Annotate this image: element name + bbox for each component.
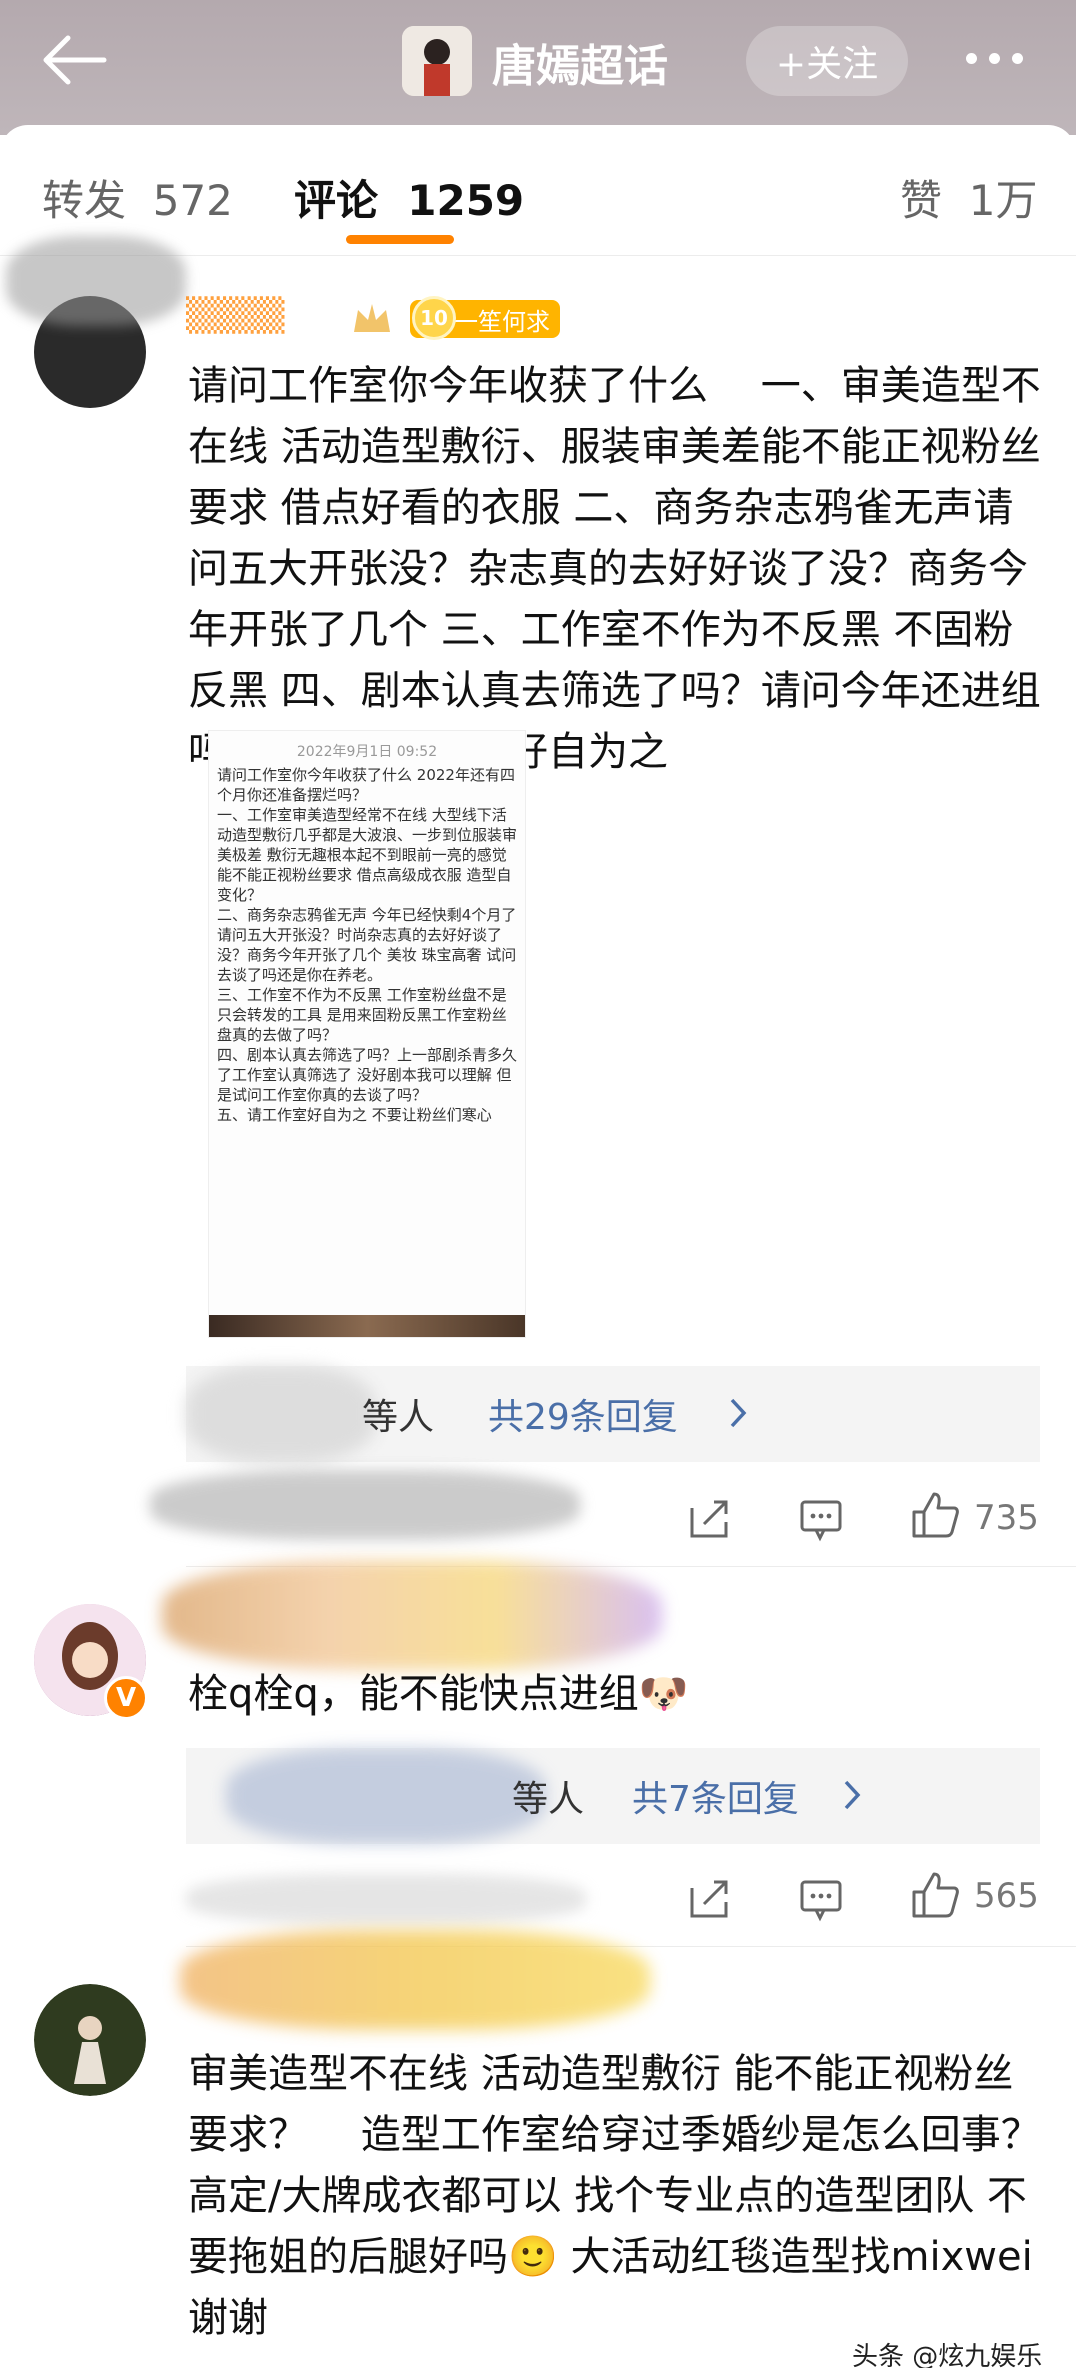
- verified-v-icon: V: [104, 1676, 148, 1720]
- active-tab-indicator: [346, 235, 454, 244]
- level-number: 10: [412, 296, 456, 340]
- reply-count-link[interactable]: 共29条回复: [488, 1388, 678, 1440]
- chevron-right-icon: [844, 1780, 861, 1810]
- tab-likes[interactable]: 赞 1万: [900, 167, 1037, 228]
- redaction-scribble: [162, 1560, 662, 1670]
- image-date: 2022年9月1日 09:52: [296, 744, 438, 760]
- fan-level-badge[interactable]: 10 一笙何求: [410, 296, 560, 340]
- redaction-scribble: [6, 236, 186, 326]
- tab-repost[interactable]: 转发 572: [42, 167, 233, 228]
- avatar[interactable]: [34, 1984, 146, 2096]
- top-bar: 唐嫣超话 +关注: [0, 0, 1076, 135]
- crown-icon: [350, 298, 394, 338]
- topic-avatar[interactable]: [402, 26, 472, 96]
- like-icon[interactable]: [910, 1490, 960, 1540]
- username-redacted[interactable]: ▒▒▒▒: [186, 296, 284, 334]
- source-watermark: 头条 @炫九娱乐: [852, 2342, 1043, 2368]
- share-icon[interactable]: [686, 1876, 732, 1922]
- like-icon[interactable]: [910, 1870, 960, 1920]
- like-count: 565: [974, 1876, 1039, 1916]
- comment-text: 审美造型不在线 活动造型敷衍 能不能正视粉丝要求？ 造型工作室给穿过季婚纱是怎么…: [188, 2051, 1041, 2341]
- redaction-scribble: [226, 1748, 546, 1844]
- redaction-scribble: [150, 1470, 580, 1540]
- badge-label: 一笙何求: [454, 307, 550, 336]
- tab-bar: 转发 572 评论 1259 赞 1万: [0, 125, 1076, 255]
- comment-text: 栓q栓q，能不能快点进组🐶: [188, 1671, 689, 1717]
- comment-icon[interactable]: [798, 1876, 844, 1922]
- like-count: 735: [974, 1498, 1039, 1538]
- back-arrow-icon[interactable]: [38, 30, 108, 90]
- comment-text: 请问工作室你今年收获了什么 一、审美造型不在线 活动造型敷衍、服装审美差能不能正…: [188, 363, 1041, 775]
- chevron-right-icon: [730, 1398, 747, 1428]
- more-icon[interactable]: [966, 38, 1046, 78]
- reply-count-link[interactable]: 共7条回复: [632, 1770, 799, 1822]
- redaction-scribble: [180, 1930, 650, 2030]
- page-title: 唐嫣超话: [492, 41, 668, 92]
- image-text: 请问工作室你今年收获了什么 2022年还有四个月你还准备摆烂吗？ 一、工作室审美…: [217, 766, 518, 1124]
- follow-button[interactable]: +关注: [746, 26, 908, 96]
- tab-comments[interactable]: 评论 1259: [294, 167, 524, 228]
- share-icon[interactable]: [686, 1496, 732, 1542]
- attached-image[interactable]: 2022年9月1日 09:52 请问工作室你今年收获了什么 2022年还有四个月…: [208, 730, 526, 1338]
- reply-summary[interactable]: 等人 共7条回复: [186, 1748, 1040, 1844]
- image-footer-strip: [209, 1315, 525, 1337]
- redaction-scribble: [186, 1366, 376, 1462]
- reply-summary[interactable]: 等人 共29条回复: [186, 1366, 1040, 1462]
- redaction-scribble: [186, 1874, 586, 1924]
- reply-users: 等人: [362, 1397, 435, 1438]
- comment-icon[interactable]: [798, 1496, 844, 1542]
- reply-users: 等人: [512, 1779, 585, 1820]
